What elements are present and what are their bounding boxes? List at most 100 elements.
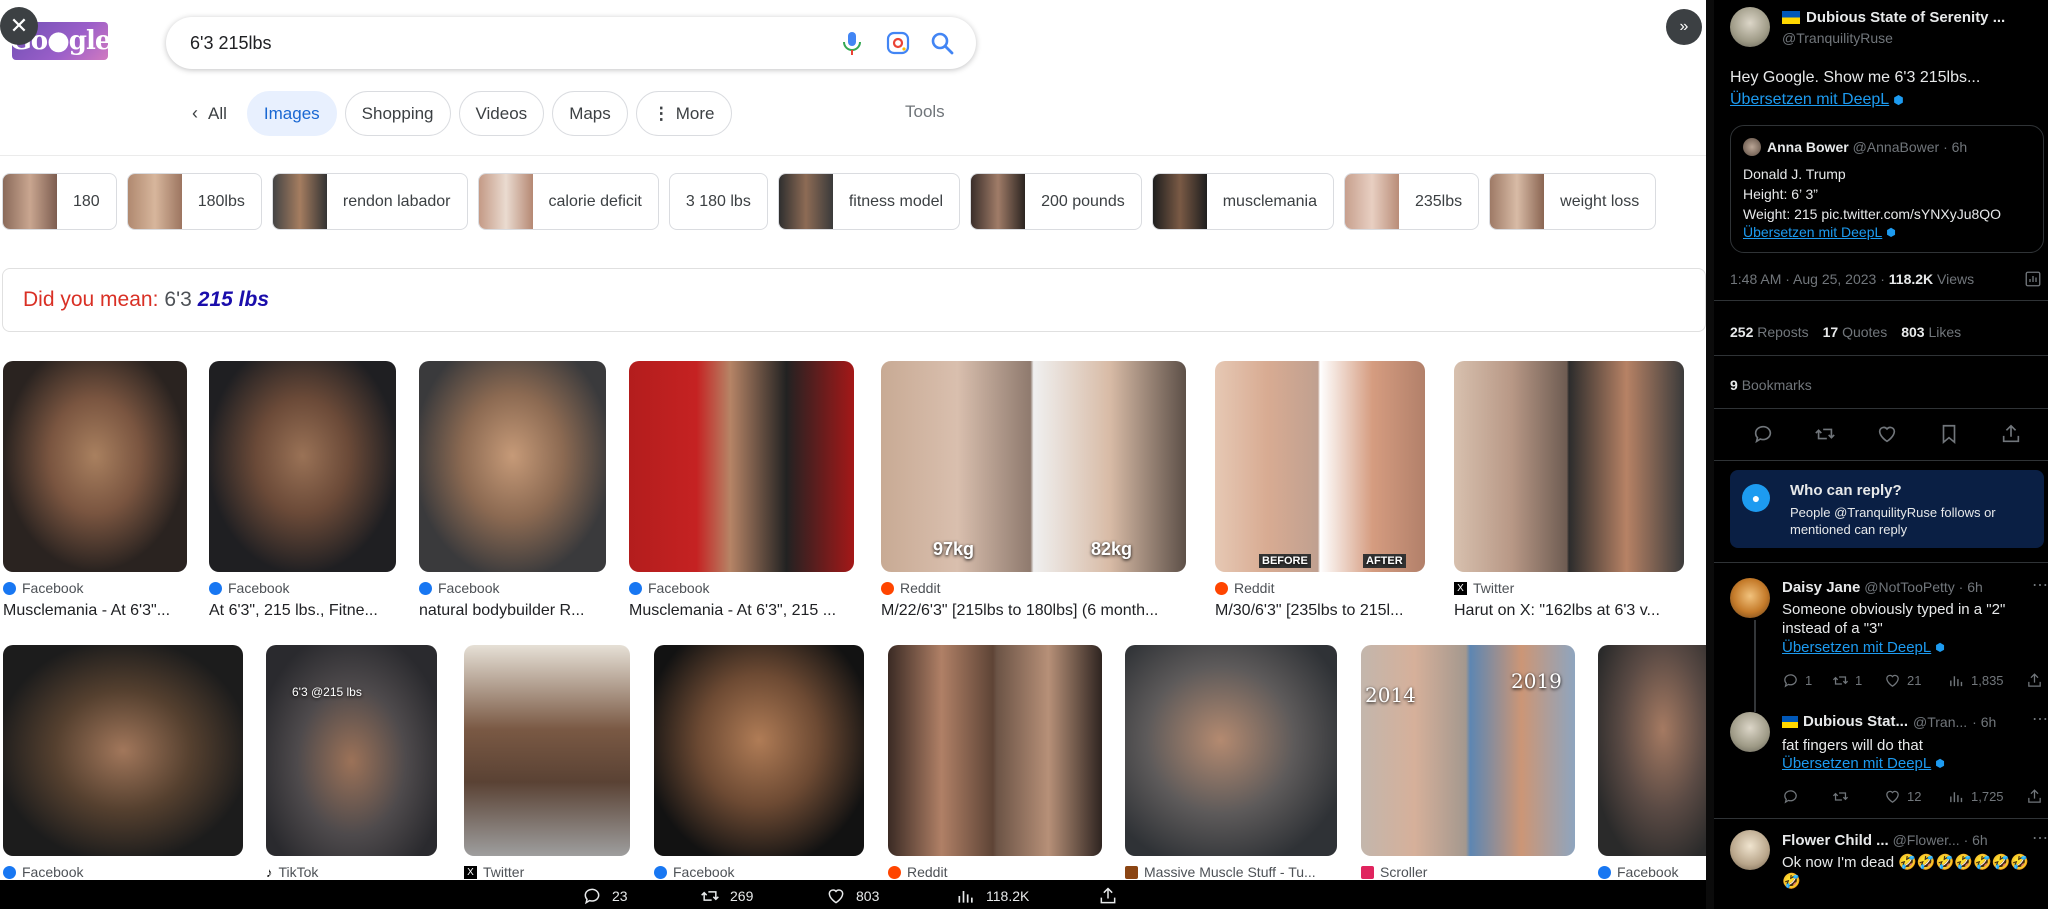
result-title[interactable]: natural bodybuilder R... — [419, 602, 606, 620]
close-button[interactable]: ✕ — [0, 7, 38, 45]
reply-icon[interactable] — [1782, 788, 1799, 805]
views-button[interactable]: 1,835 — [1948, 672, 2004, 689]
search-input[interactable] — [190, 32, 790, 54]
reply-button[interactable]: 23 — [582, 886, 628, 906]
views-button[interactable]: 1,725 — [1948, 788, 2004, 805]
chip-200-pounds[interactable]: 200 pounds — [970, 173, 1142, 230]
share-icon[interactable] — [2026, 788, 2043, 805]
tab-images[interactable]: Images — [246, 91, 337, 136]
bookmark-icon[interactable] — [1938, 423, 1960, 445]
bookmarks-stat[interactable]: 9 Bookmarks — [1730, 377, 1812, 393]
image-result[interactable]: X Twitter — [464, 645, 630, 880]
chip-rendon-labador[interactable]: rendon labador — [271, 173, 468, 230]
image-result[interactable]: Massive Muscle Stuff - Tu... — [1125, 645, 1337, 880]
tweet-timestamp[interactable]: 1:48 AM · Aug 25, 2023 · — [1730, 271, 1889, 287]
image-result[interactable]: Facebook Musclemania - At 6'3", 215 ... — [629, 361, 854, 620]
like-button[interactable]: 12 — [1884, 788, 1921, 805]
repost-icon[interactable] — [1832, 788, 1849, 805]
expand-button[interactable]: » — [1666, 9, 1702, 45]
quotes-stat[interactable]: 17 Quotes — [1823, 324, 1888, 340]
chip-weight-loss[interactable]: weight loss — [1489, 173, 1657, 230]
chip-3-180-lbs[interactable]: 3 180 lbs — [668, 173, 768, 230]
tweet-author[interactable]: Dubious State of Serenity ... — [1782, 9, 2005, 26]
translate-link[interactable]: Übersetzen mit DeepL ⬢ — [1782, 755, 1945, 772]
tab-all[interactable]: ‹ All — [180, 91, 239, 136]
result-image[interactable] — [419, 361, 606, 572]
image-result[interactable]: 6'3 @215 lbs ♪ TikTok — [266, 645, 437, 880]
camera-lens-icon[interactable] — [884, 29, 912, 57]
chip-235lbs[interactable]: 235lbs — [1343, 173, 1480, 230]
image-result[interactable]: 2014 2019 Scroller — [1361, 645, 1575, 880]
more-dots-icon[interactable]: ⋯ — [2032, 828, 2048, 848]
result-title[interactable]: Musclemania - At 6'3", 215 ... — [629, 602, 854, 620]
reply-header[interactable]: Dubious Stat... @Tran... · 6h — [1782, 713, 1996, 730]
likes-stat[interactable]: 803 Likes — [1901, 324, 1961, 340]
views-button[interactable]: 118.2K — [956, 886, 1029, 906]
avatar[interactable] — [1730, 712, 1770, 752]
search-icon[interactable] — [928, 29, 956, 57]
translate-link[interactable]: Übersetzen mit DeepL ⬢ — [1730, 91, 1904, 109]
image-result[interactable]: X Twitter Harut on X: "162lbs at 6'3 v... — [1454, 361, 1684, 620]
share-icon[interactable] — [2000, 423, 2022, 445]
tools-button[interactable]: Tools — [905, 102, 945, 122]
tab-maps[interactable]: Maps — [552, 91, 628, 136]
author-handle[interactable]: @TranquilityRuse — [1782, 30, 1893, 46]
result-image[interactable] — [888, 645, 1102, 856]
reply-button[interactable]: 1 — [1782, 672, 1812, 689]
result-title[interactable]: M/22/6'3" [215lbs to 180lbs] (6 month... — [881, 602, 1186, 620]
share-button[interactable] — [1098, 886, 1118, 906]
image-result[interactable]: Facebook — [1598, 645, 1706, 880]
more-dots-icon[interactable]: ⋯ — [2032, 709, 2048, 729]
result-image[interactable]: BEFORE AFTER — [1215, 361, 1425, 572]
quoted-tweet[interactable]: Anna Bower @AnnaBower · 6h Donald J. Tru… — [1730, 125, 2044, 253]
did-you-mean-suggestion-link[interactable]: 215 lbs — [198, 288, 269, 312]
reply-icon[interactable] — [1752, 423, 1774, 445]
chip-fitness-model[interactable]: fitness model — [777, 173, 961, 230]
result-image[interactable] — [209, 361, 396, 572]
share-icon[interactable] — [2026, 672, 2043, 689]
result-image[interactable]: 6'3 @215 lbs — [266, 645, 437, 856]
heart-icon[interactable] — [1876, 423, 1898, 445]
repost-button[interactable]: 1 — [1832, 672, 1862, 689]
mic-icon[interactable] — [838, 29, 866, 57]
repost-icon[interactable] — [1814, 423, 1836, 445]
translate-link[interactable]: Übersetzen mit DeepL ⬢ — [1782, 639, 1945, 656]
result-image[interactable] — [654, 645, 864, 856]
image-result[interactable]: Reddit — [888, 645, 1102, 880]
reposts-stat[interactable]: 252 Reposts — [1730, 324, 1809, 340]
avatar[interactable] — [1730, 830, 1770, 870]
result-title[interactable]: M/30/6'3" [235lbs to 215l... — [1215, 602, 1425, 620]
tab-more[interactable]: ⋮ More — [635, 91, 732, 136]
result-image[interactable] — [1454, 361, 1684, 572]
analytics-icon[interactable] — [2024, 270, 2042, 293]
translate-link[interactable]: Übersetzen mit DeepL ⬢ — [1743, 224, 1896, 240]
image-result[interactable]: BEFORE AFTER Reddit M/30/6'3" [235lbs to… — [1215, 361, 1425, 620]
result-title[interactable]: Harut on X: "162lbs at 6'3 v... — [1454, 602, 1684, 620]
like-button[interactable]: 21 — [1884, 672, 1921, 689]
reply-header[interactable]: Flower Child ... @Flower... · 6h — [1782, 832, 1988, 849]
image-result[interactable]: Facebook Musclemania - At 6'3"... — [3, 361, 187, 620]
chip-calorie-deficit[interactable]: calorie deficit — [477, 173, 659, 230]
avatar[interactable] — [1730, 7, 1770, 47]
result-image[interactable] — [1598, 645, 1706, 856]
result-image[interactable] — [3, 361, 187, 572]
result-image[interactable] — [3, 645, 243, 856]
image-result[interactable]: Facebook At 6'3", 215 lbs., Fitne... — [209, 361, 396, 620]
result-image[interactable] — [464, 645, 630, 856]
more-dots-icon[interactable]: ⋯ — [2032, 575, 2048, 595]
avatar[interactable] — [1730, 578, 1770, 618]
image-result[interactable]: 97kg 82kg Reddit M/22/6'3" [215lbs to 18… — [881, 361, 1186, 620]
chip-180lbs[interactable]: 180lbs — [126, 173, 262, 230]
chip-musclemania[interactable]: musclemania — [1151, 173, 1334, 230]
image-result[interactable]: Facebook natural bodybuilder R... — [419, 361, 606, 620]
like-button[interactable]: 803 — [826, 886, 879, 906]
result-image[interactable]: 2014 2019 — [1361, 645, 1575, 856]
image-result[interactable]: Facebook — [654, 645, 864, 880]
result-image[interactable]: 97kg 82kg — [881, 361, 1186, 572]
result-title[interactable]: Musclemania - At 6'3"... — [3, 602, 187, 620]
result-title[interactable]: At 6'3", 215 lbs., Fitne... — [209, 602, 396, 620]
chip-180[interactable]: 180 — [2, 173, 117, 230]
image-result[interactable]: Facebook — [3, 645, 243, 880]
result-image[interactable] — [629, 361, 854, 572]
repost-button[interactable]: 269 — [700, 886, 753, 906]
